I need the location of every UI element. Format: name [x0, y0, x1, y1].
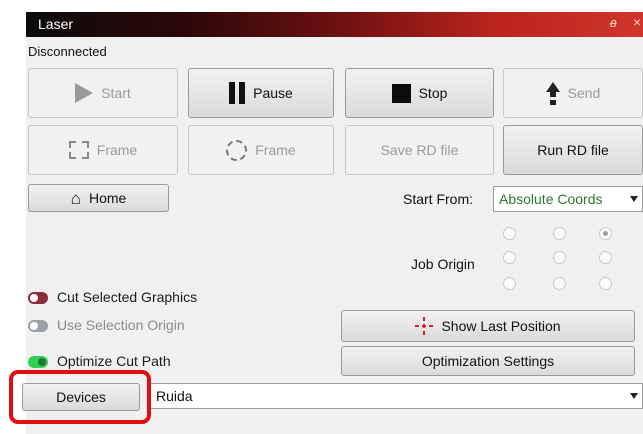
crosshair-icon	[415, 317, 434, 335]
frame-circle-button[interactable]: Frame	[188, 125, 334, 175]
devices-button[interactable]: Devices	[22, 383, 140, 411]
origin-radio-middle-right[interactable]	[599, 251, 612, 264]
send-button[interactable]: Send	[503, 68, 643, 118]
optimize-cut-path-toggle[interactable]	[28, 356, 48, 368]
connection-status: Disconnected	[28, 44, 107, 59]
origin-radio-bottom-center[interactable]	[553, 277, 566, 290]
home-label: Home	[88, 190, 127, 206]
home-button[interactable]: ⌂ Home	[28, 184, 169, 212]
use-selection-origin-label: Use Selection Origin	[57, 317, 185, 333]
stop-icon	[391, 83, 411, 103]
circle-frame-icon	[226, 139, 248, 161]
show-last-position-label: Show Last Position	[441, 318, 561, 334]
use-selection-origin-toggle[interactable]	[28, 320, 48, 332]
save-rd-button[interactable]: Save RD file	[345, 125, 494, 175]
origin-radio-middle-left[interactable]	[503, 251, 516, 264]
cut-selected-toggle[interactable]	[28, 292, 48, 304]
device-value: Ruida	[156, 388, 193, 404]
origin-radio-bottom-right[interactable]	[599, 277, 612, 290]
play-icon	[75, 83, 94, 103]
start-from-value: Absolute Coords	[499, 191, 603, 207]
frame-circle-label: Frame	[255, 142, 296, 158]
float-window-icon[interactable]: ᴃ	[610, 15, 617, 30]
frame-rect-button[interactable]: Frame	[28, 125, 178, 175]
chevron-down-icon	[630, 196, 638, 202]
stop-button[interactable]: Stop	[345, 68, 494, 118]
stop-label: Stop	[418, 85, 448, 101]
origin-radio-top-right[interactable]	[599, 227, 612, 240]
optimization-settings-button[interactable]: Optimization Settings	[341, 346, 635, 376]
start-button[interactable]: Start	[28, 68, 178, 118]
show-last-position-button[interactable]: Show Last Position	[341, 310, 635, 342]
start-from-label: Start From:	[403, 191, 474, 207]
cut-selected-label: Cut Selected Graphics	[57, 289, 198, 305]
optimize-cut-path-label: Optimize Cut Path	[57, 353, 171, 369]
job-origin-label: Job Origin	[411, 256, 475, 272]
pause-icon	[229, 82, 246, 104]
send-label: Send	[567, 85, 601, 101]
close-icon[interactable]: ×	[633, 14, 641, 30]
pause-label: Pause	[253, 85, 293, 101]
chevron-down-icon	[630, 393, 638, 399]
home-icon: ⌂	[70, 188, 81, 208]
start-from-select[interactable]: Absolute Coords	[493, 186, 643, 212]
origin-radio-bottom-left[interactable]	[503, 277, 516, 290]
device-select[interactable]: Ruida	[150, 383, 643, 409]
run-rd-button[interactable]: Run RD file	[503, 125, 643, 175]
devices-label: Devices	[56, 389, 106, 405]
optimization-settings-label: Optimization Settings	[421, 353, 555, 369]
frame-rect-label: Frame	[96, 142, 138, 158]
window-title: Laser	[38, 16, 74, 32]
origin-radio-middle-center[interactable]	[553, 251, 566, 264]
window-titlebar[interactable]: Laser ᴃ ×	[26, 12, 643, 37]
start-label: Start	[101, 85, 131, 101]
origin-radio-top-left[interactable]	[503, 227, 516, 240]
run-rd-label: Run RD file	[537, 142, 609, 158]
save-rd-label: Save RD file	[380, 142, 459, 158]
rectangle-frame-icon	[68, 141, 89, 159]
origin-radio-top-center[interactable]	[553, 227, 566, 240]
upload-arrow-icon	[545, 82, 560, 104]
pause-button[interactable]: Pause	[188, 68, 334, 118]
